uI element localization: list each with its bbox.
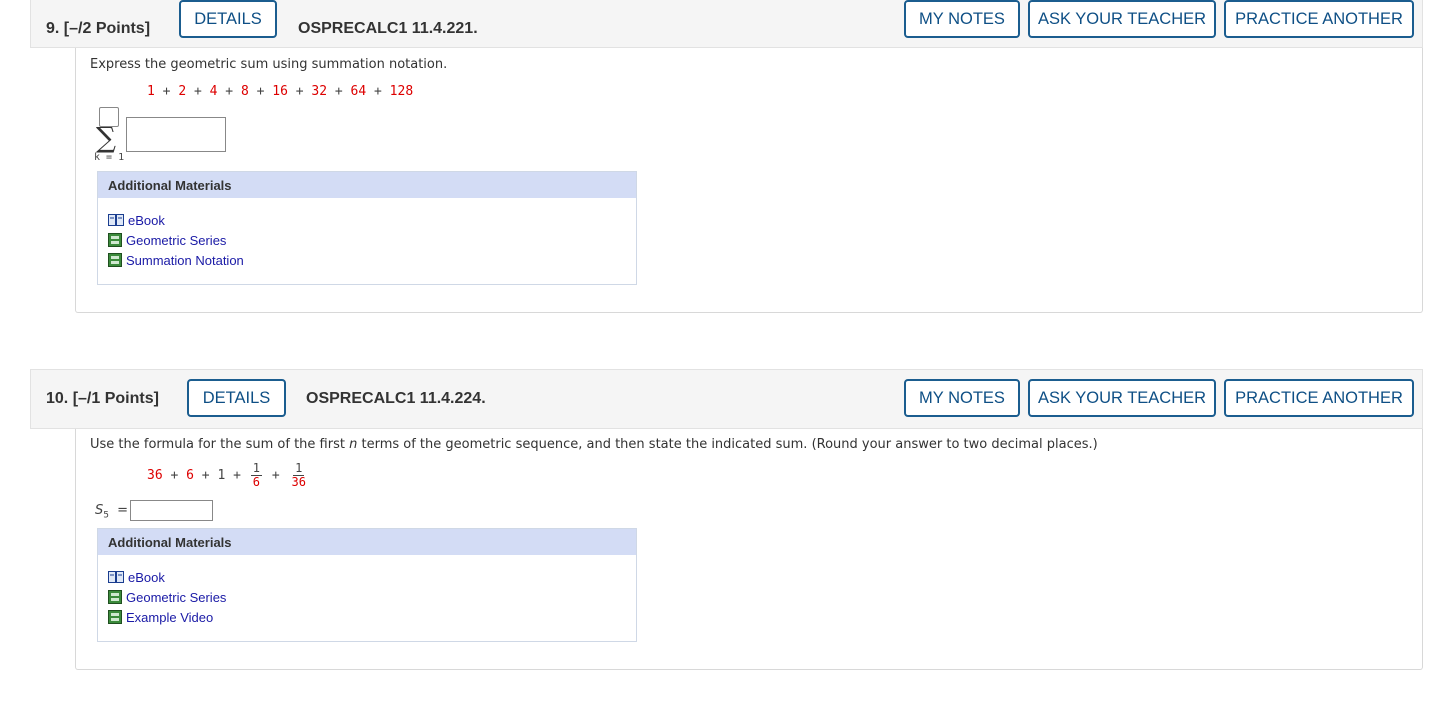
q9-additional-materials: Additional Materials eBook Geometric Ser… xyxy=(97,171,637,285)
q9-geometric-series-video-link[interactable]: Geometric Series xyxy=(108,230,636,250)
q9-term: 1 xyxy=(147,84,155,99)
q10-fraction: 1 6 xyxy=(250,461,262,489)
q9-number: 9. xyxy=(46,20,60,37)
q10-my-notes-button[interactable]: MY NOTES xyxy=(904,379,1020,417)
q10-header: 10. [–/1 Points] DETAILS OSPRECALC1 11.4… xyxy=(30,369,1423,429)
q9-header: 9. [–/2 Points] DETAILS OSPRECALC1 11.4.… xyxy=(30,0,1423,48)
q10-materials-title: Additional Materials xyxy=(98,529,636,555)
q9-term: 32 xyxy=(311,84,328,99)
q9-term: 2 xyxy=(178,84,187,99)
q10-example-video-link[interactable]: Example Video xyxy=(108,607,636,627)
q9-prompt: Express the geometric sum using summatio… xyxy=(90,57,448,72)
film-icon xyxy=(108,610,122,624)
q9-ebook-link[interactable]: eBook xyxy=(108,210,636,230)
q10-s5-label: S5 = xyxy=(95,503,129,521)
q10-number-points: 10. [–/1 Points] xyxy=(46,370,159,428)
q10-details-button[interactable]: DETAILS xyxy=(187,379,286,417)
q9-term: 8 xyxy=(240,84,249,99)
book-icon xyxy=(108,214,124,226)
sigma-symbol: ∑ xyxy=(96,121,116,154)
q9-my-notes-button[interactable]: MY NOTES xyxy=(904,0,1020,38)
film-icon xyxy=(108,233,122,247)
q9-points: [–/2 Points] xyxy=(63,20,151,37)
film-icon xyxy=(108,253,122,267)
q10-number: 10. xyxy=(46,390,69,407)
q10-problem-code: OSPRECALC1 11.4.224. xyxy=(306,390,486,407)
q9-term: 128 xyxy=(389,84,414,99)
q10-term: 1 xyxy=(217,468,226,483)
q10-additional-materials: Additional Materials eBook Geometric Ser… xyxy=(97,528,637,642)
q9-summation-notation-video-link[interactable]: Summation Notation xyxy=(108,250,636,270)
q10-fraction: 1 36 xyxy=(291,461,306,489)
q10-geometric-series-video-link[interactable]: Geometric Series xyxy=(108,587,636,607)
q9-lower-limit: k = 1 xyxy=(94,152,125,163)
q9-practice-another-button[interactable]: PRACTICE ANOTHER xyxy=(1224,0,1414,38)
q9-ask-teacher-button[interactable]: ASK YOUR TEACHER xyxy=(1028,0,1216,38)
q9-term: 4 xyxy=(209,84,218,99)
q9-materials-title: Additional Materials xyxy=(98,172,636,198)
q10-points: [–/1 Points] xyxy=(72,390,159,407)
q10-ask-teacher-button[interactable]: ASK YOUR TEACHER xyxy=(1028,379,1216,417)
q10-answer-input[interactable] xyxy=(130,500,213,521)
q10-practice-another-button[interactable]: PRACTICE ANOTHER xyxy=(1224,379,1414,417)
film-icon xyxy=(108,590,122,604)
q10-term: 36 xyxy=(147,468,163,483)
q9-summand-input[interactable] xyxy=(126,117,226,152)
q9-term: 16 xyxy=(272,84,288,99)
q9-series: 1 + 2 + 4 + 8 + 16 + 32 + 64 + 128 xyxy=(147,84,414,99)
q10-ebook-link[interactable]: eBook xyxy=(108,567,636,587)
q10-series: 36 + 6 + 1 + 1 6 + 1 36 xyxy=(147,461,306,489)
q10-prompt: Use the formula for the sum of the first… xyxy=(90,437,1098,452)
q9-term: 64 xyxy=(350,84,367,99)
q9-details-button[interactable]: DETAILS xyxy=(179,0,277,38)
q10-term: 6 xyxy=(186,468,194,483)
book-icon xyxy=(108,571,124,583)
